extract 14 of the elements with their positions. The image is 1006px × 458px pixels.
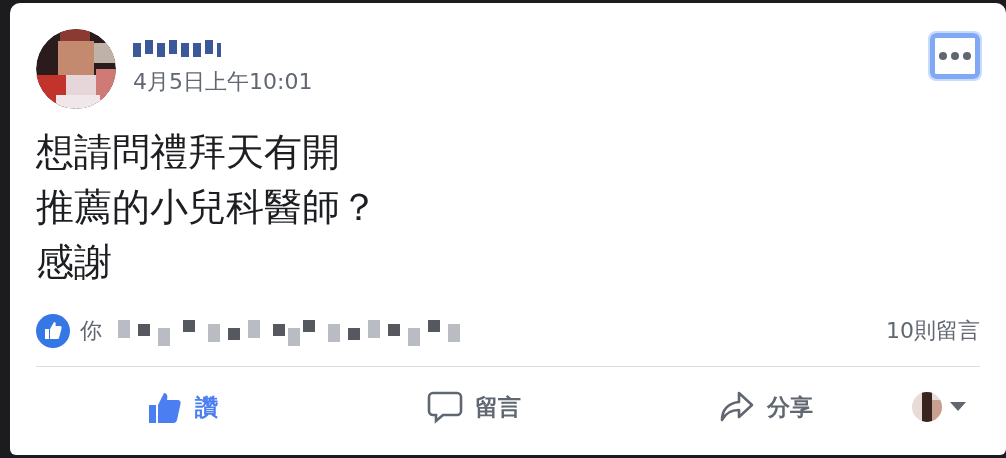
action-button[interactable]: 留言 [328, 389, 620, 425]
speech-bubble-icon [427, 389, 463, 425]
comment-count[interactable]: 10則留言 [886, 316, 980, 346]
post-timestamp[interactable]: 4月5日上午10:01 [133, 67, 313, 97]
action-button[interactable]: 讚 [36, 389, 328, 425]
action-button[interactable]: 分享 [620, 389, 912, 425]
post-text-line: 想請問禮拜天有開 [36, 129, 341, 176]
like-reaction-icon [36, 314, 70, 348]
post-text-line: 推薦的小兒科醫師？ [36, 184, 379, 231]
caret-icon [950, 402, 966, 412]
more-options-button[interactable] [930, 33, 980, 79]
more-icon [938, 51, 972, 61]
post-text-line: 感謝 [36, 239, 113, 286]
reaction-names[interactable]: 你 [80, 316, 102, 346]
